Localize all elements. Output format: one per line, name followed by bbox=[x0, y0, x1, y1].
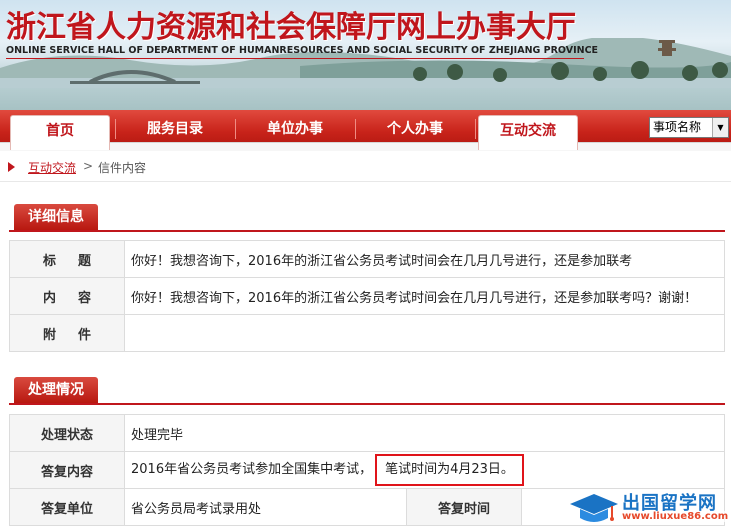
reply-time-label: 答复时间 bbox=[406, 488, 522, 526]
processing-section-header: 处理情况 bbox=[9, 377, 725, 405]
breadcrumb-arrow-icon bbox=[8, 162, 15, 172]
nav-divider bbox=[475, 119, 476, 139]
site-title-english: ONLINE SERVICE HALL OF DEPARTMENT OF HUM… bbox=[6, 45, 599, 56]
site-title: 浙江省人力资源和社会保障厅网上办事大厅 bbox=[6, 10, 576, 45]
attachment-value bbox=[124, 314, 725, 352]
breadcrumb-separator: > bbox=[83, 159, 94, 173]
status-value: 处理完毕 bbox=[124, 414, 725, 452]
search-type-value: 事项名称 bbox=[653, 120, 702, 134]
watermark-url: www.liuxue86.com bbox=[622, 511, 729, 522]
reply-label: 答复内容 bbox=[9, 451, 125, 489]
header-banner: 浙江省人力资源和社会保障厅网上办事大厅 ONLINE SERVICE HALL … bbox=[0, 0, 731, 110]
table-row: 标题 你好！我想咨询下，2016年的浙江省公务员考试时间会在几月几号进行，还是参… bbox=[9, 240, 725, 278]
reply-value: 2016年省公务员考试参加全国集中考试， 笔试时间为4月23日。 bbox=[124, 451, 725, 489]
watermark: 出国留学网 www.liuxue86.com bbox=[560, 488, 731, 528]
reply-unit-label: 答复单位 bbox=[9, 488, 125, 526]
nav-personal-affairs[interactable]: 个人办事 bbox=[360, 116, 470, 142]
title-underline bbox=[6, 58, 584, 59]
content-value: 你好！我想咨询下，2016年的浙江省公务员考试时间会在几月几号进行，还是参加联考… bbox=[124, 277, 725, 315]
nav-interaction[interactable]: 互动交流 bbox=[478, 115, 578, 150]
reply-text: 2016年省公务员考试参加全国集中考试， bbox=[131, 462, 373, 477]
main-navigation: 首页 服务目录 单位办事 个人办事 互动交流 事项名称 ▼ bbox=[0, 110, 731, 151]
highlighted-exam-date: 笔试时间为4月23日。 bbox=[375, 454, 524, 486]
nav-service-catalog[interactable]: 服务目录 bbox=[120, 116, 230, 142]
detail-section-header: 详细信息 bbox=[9, 204, 725, 232]
processing-section-title: 处理情况 bbox=[14, 377, 98, 403]
table-row: 处理状态 处理完毕 bbox=[9, 414, 725, 452]
nav-divider bbox=[235, 119, 236, 139]
detail-table: 标题 你好！我想咨询下，2016年的浙江省公务员考试时间会在几月几号进行，还是参… bbox=[9, 240, 725, 352]
search-type-select[interactable]: 事项名称 ▼ bbox=[649, 117, 729, 138]
nav-unit-affairs[interactable]: 单位办事 bbox=[240, 116, 350, 142]
title-label: 标题 bbox=[9, 240, 125, 278]
title-value: 你好！我想咨询下，2016年的浙江省公务员考试时间会在几月几号进行，还是参加联考 bbox=[124, 240, 725, 278]
table-row: 附件 bbox=[9, 314, 725, 352]
dropdown-arrow-icon[interactable]: ▼ bbox=[712, 118, 728, 137]
reply-unit-value: 省公务员局考试录用处 bbox=[124, 488, 407, 526]
table-row: 答复内容 2016年省公务员考试参加全国集中考试， 笔试时间为4月23日。 bbox=[9, 451, 725, 489]
nav-home[interactable]: 首页 bbox=[10, 115, 110, 150]
attachment-label: 附件 bbox=[9, 314, 125, 352]
breadcrumb: 互动交流 > 信件内容 bbox=[0, 151, 731, 182]
table-row: 内容 你好！我想咨询下，2016年的浙江省公务员考试时间会在几月几号进行，还是参… bbox=[9, 277, 725, 315]
breadcrumb-current: 信件内容 bbox=[98, 161, 147, 175]
content-label: 内容 bbox=[9, 277, 125, 315]
nav-divider bbox=[115, 119, 116, 139]
status-label: 处理状态 bbox=[9, 414, 125, 452]
breadcrumb-link-interaction[interactable]: 互动交流 bbox=[28, 159, 76, 176]
nav-divider bbox=[355, 119, 356, 139]
detail-section-title: 详细信息 bbox=[14, 204, 98, 230]
graduation-cap-logo-icon bbox=[570, 494, 618, 522]
